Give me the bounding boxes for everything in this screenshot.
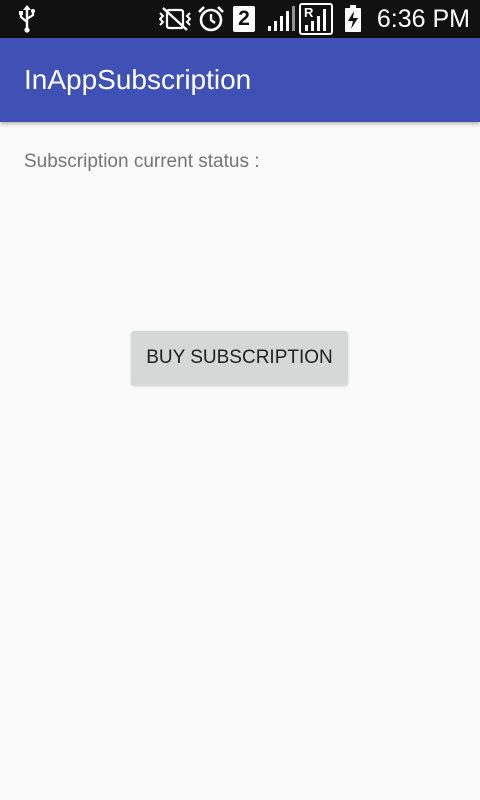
app-bar: InAppSubscription xyxy=(0,38,480,122)
vibrate-icon xyxy=(158,4,192,34)
notification-badge-icon: 2 xyxy=(232,4,256,34)
buy-subscription-button[interactable]: BUY SUBSCRIPTION xyxy=(131,331,348,385)
screen: 2 R 6:36 PM InAppSubscription Subscripti… xyxy=(0,0,480,800)
battery-charging-icon xyxy=(342,4,364,34)
signal-icon xyxy=(266,4,296,34)
usb-icon xyxy=(14,4,40,34)
notification-count: 2 xyxy=(233,6,255,32)
app-title: InAppSubscription xyxy=(24,64,252,95)
alarm-icon xyxy=(196,4,226,34)
status-bar-time: 6:36 PM xyxy=(376,5,470,33)
subscription-status-label: Subscription current status : xyxy=(24,151,260,172)
status-bar: 2 R 6:36 PM xyxy=(0,0,480,38)
roaming-signal-icon: R xyxy=(298,3,334,35)
svg-text:R: R xyxy=(304,5,314,20)
